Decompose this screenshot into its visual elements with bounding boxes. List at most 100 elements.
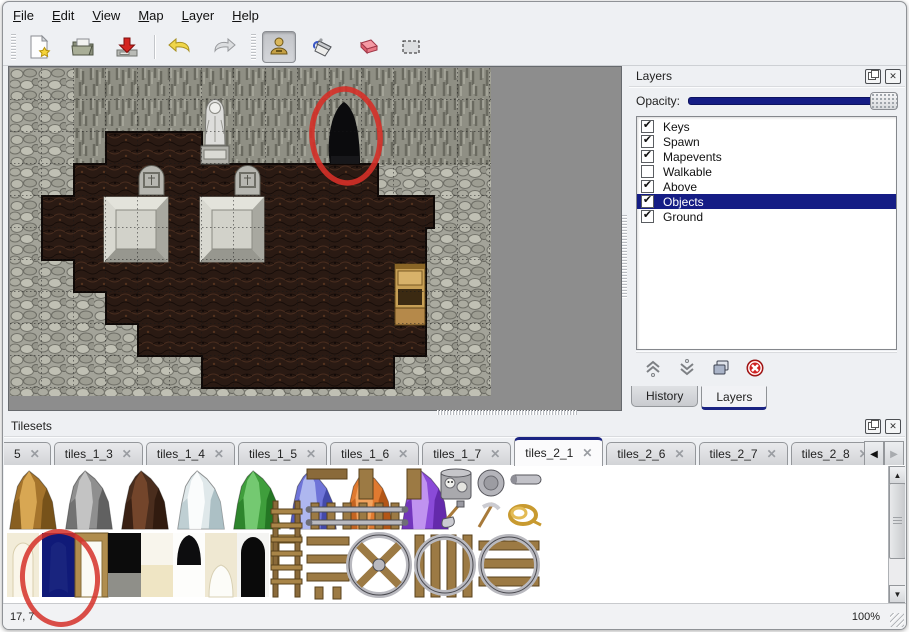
layer-row-objects[interactable]: ✔ Objects: [637, 194, 896, 209]
toolbar-drag-handle-2[interactable]: [251, 34, 256, 60]
tileset-tabbar: 5 ✕ tiles_1_3 ✕ tiles_1_4 ✕ tiles_1_5 ✕ …: [4, 437, 905, 466]
tileset-tab-tiles_2_6[interactable]: tiles_2_6 ✕: [606, 442, 695, 465]
scrollbar-thumb[interactable]: [889, 483, 905, 559]
close-tab-icon[interactable]: ✕: [767, 447, 777, 461]
tileset-tab-tiles_2_7[interactable]: tiles_2_7 ✕: [699, 442, 788, 465]
stamp-tool-button[interactable]: [262, 31, 296, 63]
scroll-up-button[interactable]: ▲: [889, 466, 905, 484]
tile-pipe[interactable]: [511, 475, 541, 484]
close-tab-icon[interactable]: ✕: [490, 447, 500, 461]
layer-checkbox[interactable]: ✔: [641, 210, 654, 223]
rect-select-tool-button[interactable]: [394, 31, 428, 63]
tab-layers[interactable]: Layers: [701, 386, 767, 410]
tile-wood-door-frame[interactable]: [75, 533, 108, 597]
open-button[interactable]: [66, 31, 100, 63]
layer-row-ground[interactable]: ✔ Ground: [637, 209, 896, 224]
close-panel-button[interactable]: ✕: [885, 419, 901, 434]
layer-row-spawn[interactable]: ✔ Spawn: [637, 134, 896, 149]
tile-barrel-lid[interactable]: [478, 470, 504, 496]
tab-scroll-left[interactable]: ◀: [864, 441, 884, 467]
move-layer-down-button[interactable]: [676, 357, 698, 379]
eraser-tool-button[interactable]: [350, 31, 384, 63]
layer-checkbox[interactable]: ✔: [641, 150, 654, 163]
horizontal-splitter[interactable]: [4, 409, 905, 416]
fill-tool-button[interactable]: [306, 31, 340, 63]
save-icon: [114, 34, 140, 60]
vertical-splitter[interactable]: [622, 66, 628, 409]
duplicate-icon: [711, 358, 731, 378]
zoom-level: 100%: [852, 611, 880, 623]
tile-pale-tile[interactable]: [141, 533, 173, 597]
float-panel-button[interactable]: [865, 419, 881, 434]
move-layer-up-button[interactable]: [642, 357, 664, 379]
map-canvas[interactable]: [8, 66, 622, 411]
tileset-tab-tiles_1_3[interactable]: tiles_1_3 ✕: [54, 442, 143, 465]
layer-checkbox[interactable]: ✔: [641, 135, 654, 148]
save-button[interactable]: [110, 31, 144, 63]
scroll-down-button[interactable]: ▼: [889, 585, 905, 603]
layer-checkbox[interactable]: ✔: [641, 120, 654, 133]
tileset-tab-5[interactable]: 5 ✕: [4, 442, 51, 465]
float-panel-button[interactable]: [865, 69, 881, 84]
tile-ice-rock[interactable]: [178, 471, 225, 529]
tile-brown-rock[interactable]: [122, 471, 169, 529]
tile-black-arch[interactable]: [237, 533, 269, 597]
toolbar-drag-handle[interactable]: [11, 34, 16, 60]
close-tab-icon[interactable]: ✕: [674, 447, 684, 461]
menu-map[interactable]: Map: [138, 5, 172, 26]
menu-layer[interactable]: Layer: [182, 5, 224, 26]
duplicate-layer-button[interactable]: [710, 357, 732, 379]
tileset-tab-tiles_1_7[interactable]: tiles_1_7 ✕: [422, 442, 511, 465]
close-tab-icon[interactable]: ✕: [30, 447, 40, 461]
menu-view[interactable]: View: [92, 5, 129, 26]
tile-gold-rock[interactable]: [10, 471, 57, 529]
tab-history[interactable]: History: [631, 386, 698, 407]
tileset-tab-tiles_1_4[interactable]: tiles_1_4 ✕: [146, 442, 235, 465]
tile-ladder[interactable]: [271, 501, 302, 597]
menu-edit[interactable]: Edit: [52, 5, 83, 26]
menu-file[interactable]: File: [13, 5, 43, 26]
tile-wood-planks[interactable]: [307, 537, 349, 599]
layer-checkbox[interactable]: ✔: [641, 195, 654, 208]
tile-dark-opening[interactable]: [108, 533, 141, 597]
close-tab-icon[interactable]: ✕: [582, 446, 592, 460]
tile-rail-curve-2[interactable]: [479, 537, 539, 593]
tab-scroll-arrows: ◀ ▶: [864, 441, 904, 467]
close-tab-icon[interactable]: ✕: [398, 447, 408, 461]
close-tab-icon[interactable]: ✕: [306, 447, 316, 461]
tab-scroll-right[interactable]: ▶: [884, 441, 904, 467]
tileset-tab-tiles_2_1[interactable]: tiles_2_1 ✕: [514, 437, 603, 466]
tile-white-hood[interactable]: [205, 533, 237, 597]
layer-checkbox[interactable]: ✔: [641, 165, 654, 178]
tile-rail-crossing[interactable]: [349, 535, 409, 595]
tile-pickaxe[interactable]: [479, 503, 499, 527]
layer-row-walkable[interactable]: ✔ Walkable: [637, 164, 896, 179]
layer-row-above[interactable]: ✔ Above: [637, 179, 896, 194]
tileset-tab-tiles_1_6[interactable]: tiles_1_6 ✕: [330, 442, 419, 465]
opacity-slider[interactable]: [688, 97, 897, 105]
close-tab-icon[interactable]: ✕: [122, 447, 132, 461]
tile-dark-blue-door[interactable]: [42, 533, 75, 597]
layer-row-keys[interactable]: ✔ Keys: [637, 119, 896, 134]
tileset-tab-tiles_1_5[interactable]: tiles_1_5 ✕: [238, 442, 327, 465]
redo-button[interactable]: [207, 31, 241, 63]
tileset-scrollbar[interactable]: ▲ ▼: [888, 466, 905, 603]
tile-cream-arch[interactable]: [7, 533, 39, 597]
layer-checkbox[interactable]: ✔: [641, 180, 654, 193]
undo-button[interactable]: [163, 31, 197, 63]
tileset-content[interactable]: ▲ ▼: [4, 465, 905, 604]
new-file-button[interactable]: [22, 31, 56, 63]
resize-grip[interactable]: [890, 613, 904, 627]
delete-layer-button[interactable]: [744, 357, 766, 379]
map-render: [10, 68, 491, 396]
tile-rail-curve[interactable]: [415, 535, 473, 597]
tile-black-hood[interactable]: [173, 533, 205, 597]
tile-rope-coil[interactable]: [510, 506, 541, 525]
tile-grey-rock[interactable]: [66, 471, 113, 529]
tile-skull-barrel[interactable]: [441, 469, 471, 499]
opacity-slider-handle[interactable]: [870, 92, 898, 110]
layer-row-mapevents[interactable]: ✔ Mapevents: [637, 149, 896, 164]
menu-help[interactable]: Help: [232, 5, 268, 26]
close-tab-icon[interactable]: ✕: [214, 447, 224, 461]
close-panel-button[interactable]: ✕: [885, 69, 901, 84]
